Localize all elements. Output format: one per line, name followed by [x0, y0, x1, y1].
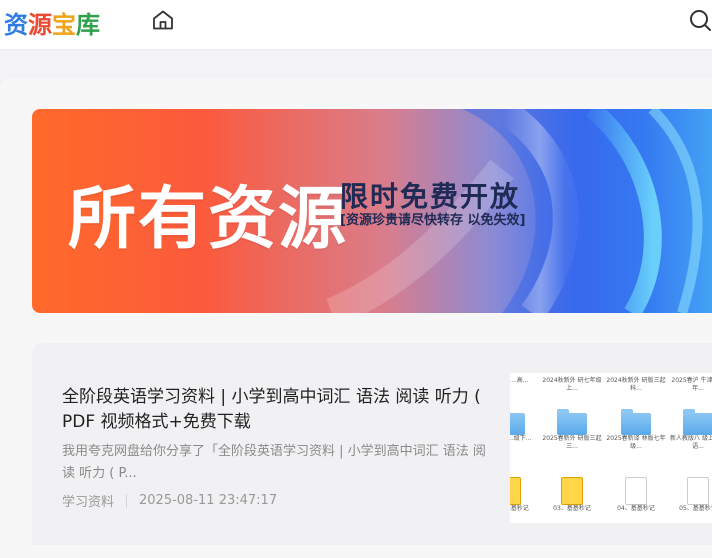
book-cover-icon [625, 477, 647, 505]
post-title[interactable]: 全阶段英语学习资料 | 小学到高中词汇 语法 阅读 听力 ( PDF 视频格式+… [62, 385, 482, 435]
thumb-caption: 05、基基秒记 [679, 505, 712, 512]
thumb-item: ...新外 ...级下... [510, 413, 540, 443]
thumb-item: 2025春新外 研版三起三... [542, 409, 602, 451]
banner-note: [资源珍贵请尽快转存 以免失效] [340, 213, 526, 228]
search-icon [690, 10, 711, 31]
book-cover-icon [561, 477, 583, 505]
logo-char-1: 资 [4, 10, 28, 39]
home-button[interactable] [151, 8, 175, 32]
thumb-caption: 2025春沪 牛津版七年... [671, 377, 712, 392]
logo-char-4: 库 [76, 10, 100, 39]
thumb-caption: 2024秋新外 研版三起科... [606, 377, 666, 392]
book-cover-icon [510, 477, 521, 505]
folder-icon [683, 409, 712, 435]
thumb-caption: 04、基基秒记 [617, 505, 655, 512]
thumb-item: 新人教版八 级上册英语... [668, 409, 712, 451]
thumb-caption: 2025春新译 林版七年级... [606, 435, 666, 450]
thumb-item: 2025春新译 林版七年级... [606, 409, 666, 451]
search-button[interactable] [688, 8, 712, 32]
thumb-caption: 2024秋新外 研七年级上... [542, 377, 602, 392]
thumb-item: 2024秋新外 研版三起科... [606, 377, 666, 393]
thumb-item: 05、基基秒记 [668, 477, 712, 513]
thumb-caption: 03、基基秒记 [553, 505, 591, 512]
post-meta: 学习资料 2025-08-11 23:47:17 [62, 491, 277, 510]
promo-banner[interactable]: 所有资源 限时免费开放 [资源珍贵请尽快转存 以免失效] [32, 109, 712, 313]
post-category[interactable]: 学习资料 [62, 491, 114, 510]
thumb-caption: 03、基基秒记 [510, 505, 529, 512]
thumb-item: 2024秋新外 研七年级上... [542, 377, 602, 393]
post-card[interactable]: 全阶段英语学习资料 | 小学到高中词汇 语法 阅读 听力 ( PDF 视频格式+… [32, 343, 712, 545]
banner-headline: 所有资源 [68, 180, 349, 259]
site-logo[interactable]: 资 源 宝 库 [4, 6, 100, 39]
thumb-item: 03、基基秒记 [510, 477, 540, 513]
post-date: 2025-08-11 23:47:17 [139, 493, 278, 508]
thumb-item: 03、基基秒记 [542, 477, 602, 513]
top-nav-bar: 资 源 宝 库 [0, 0, 712, 50]
book-cover-icon [687, 477, 709, 505]
thumb-item: 2025春沪 牛津版七年... [668, 377, 712, 393]
thumb-caption: ...新外 ...级下... [510, 435, 532, 442]
folder-icon [621, 409, 651, 435]
post-excerpt: 我用夸克网盘给你分享了「全阶段英语学习资料 | 小学到高中词汇 语法 阅读 听力… [62, 444, 486, 481]
home-icon [153, 10, 173, 30]
folder-icon [510, 413, 525, 435]
meta-divider [126, 493, 128, 508]
folder-icon [557, 409, 587, 435]
thumb-caption: 2025春新外 研版三起三... [542, 435, 602, 450]
thumb-caption: 新人教版八 级上册英语... [670, 435, 712, 450]
thumb-item: 04、基基秒记 [606, 477, 666, 513]
thumb-item: ...新人 ...高... [510, 377, 540, 385]
thumb-caption: ...新人 ...高... [510, 377, 529, 384]
logo-char-3: 宝 [52, 10, 76, 39]
post-thumbnail[interactable]: ...新人 ...高... 2024秋新外 研七年级上... 2024秋新外 研… [510, 373, 712, 523]
logo-char-2: 源 [28, 10, 52, 39]
